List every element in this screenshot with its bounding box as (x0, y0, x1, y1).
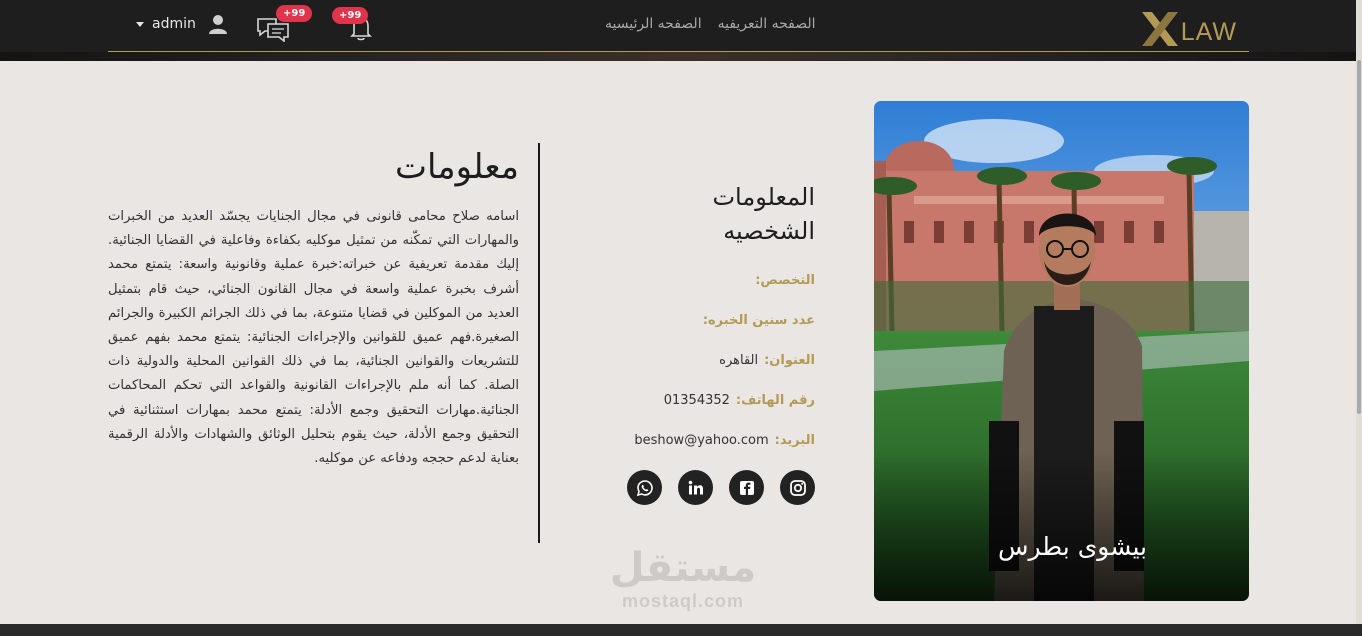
header-image-strip (0, 52, 1362, 61)
instagram-link[interactable] (780, 470, 815, 505)
about-section: معلومات اسامه صلاح محامى قانونى في مجال … (108, 143, 519, 471)
logo-text: LAW (1180, 18, 1237, 46)
notifications-button[interactable]: +99 (332, 7, 376, 42)
profile-photo (874, 101, 1249, 601)
address-value: القاهره (719, 352, 759, 368)
navbar: LAW الصفحه التعريفيه الصفحه الرئيسيه adm… (0, 0, 1362, 61)
facebook-icon (739, 480, 754, 495)
logo-x-icon (1141, 12, 1178, 46)
personal-info-title: المعلومات الشخصيه (712, 183, 815, 245)
info-row-experience: عدد سنين الخبره: (560, 300, 815, 340)
linkedin-icon (688, 480, 703, 494)
facebook-link[interactable] (729, 470, 764, 505)
logo[interactable]: LAW (1140, 8, 1237, 48)
whatsapp-link[interactable] (627, 470, 662, 505)
nav-links: الصفحه التعريفيه الصفحه الرئيسيه (605, 16, 816, 32)
user-menu[interactable]: admin (136, 14, 228, 34)
profile-photo-card: بيشوى بطرس (874, 101, 1249, 601)
phone-value: 01354352 (663, 392, 730, 408)
messages-badge: +99 (276, 5, 313, 22)
user-icon (208, 15, 227, 34)
specialty-label: التخصص: (755, 272, 815, 288)
whatsapp-icon (636, 479, 653, 496)
notifications-badge: +99 (332, 7, 369, 24)
nav-link-home[interactable]: الصفحه الرئيسيه (605, 16, 702, 32)
scrollbar-thumb[interactable] (1357, 60, 1361, 414)
user-name: admin (152, 16, 196, 32)
watermark-latin: mostaql.com (621, 591, 745, 611)
experience-label: عدد سنين الخبره: (702, 312, 815, 328)
messages-button[interactable]: +99 (254, 5, 313, 43)
profile-name: بيشوى بطرس (997, 532, 1147, 561)
instagram-icon (789, 479, 806, 496)
scrollbar-track[interactable] (1356, 0, 1362, 624)
about-text: اسامه صلاح محامى قانونى في مجال الجنايات… (108, 209, 519, 467)
navbar-inner: LAW الصفحه التعريفيه الصفحه الرئيسيه adm… (108, 0, 1249, 52)
caret-down-icon (136, 21, 144, 27)
email-value: beshow@yahoo.com (634, 432, 769, 448)
footer-strip (0, 624, 1362, 636)
email-label: البريد: (774, 432, 815, 448)
about-title: معلومات (394, 147, 519, 187)
watermark: مستقل mostaql.com (598, 545, 768, 612)
info-row-email: البريد: beshow@yahoo.com (560, 420, 815, 460)
info-row-specialty: التخصص: (560, 260, 815, 300)
linkedin-link[interactable] (678, 470, 713, 505)
nav-link-about[interactable]: الصفحه التعريفيه (718, 16, 816, 32)
personal-info: المعلومات الشخصيه التخصص: عدد سنين الخبر… (560, 180, 815, 505)
vertical-divider (538, 143, 540, 543)
phone-label: رقم الهاتف: (735, 392, 815, 408)
address-label: العنوان: (764, 352, 815, 368)
info-rows: التخصص: عدد سنين الخبره: العنوان: القاهر… (560, 260, 815, 460)
info-row-address: العنوان: القاهره (560, 340, 815, 380)
watermark-arabic: مستقل (609, 545, 757, 591)
social-links (560, 470, 815, 505)
info-row-phone: رقم الهاتف: 01354352 (560, 380, 815, 420)
